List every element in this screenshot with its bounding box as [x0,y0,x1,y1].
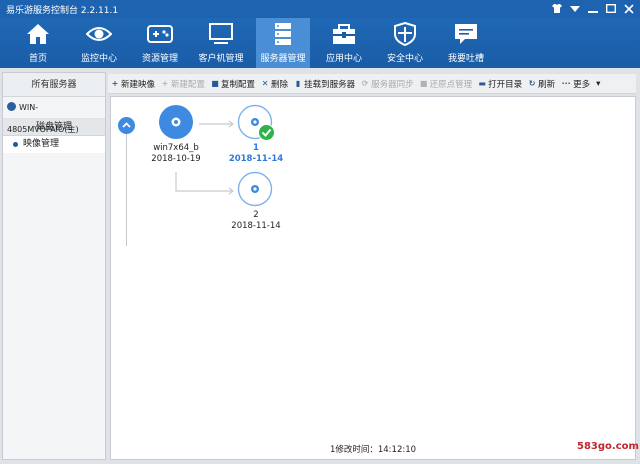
mount-icon: ▮ [295,78,301,88]
server-tree-node[interactable]: WIN-4805MVOPAIO(主) [3,97,105,134]
restore-point-button[interactable]: ■ 还原点管理 [417,74,476,94]
nav-label: 资源管理 [141,54,178,64]
nav-label: 安全中心 [386,54,423,64]
restore-point-label: 还原点管理 [429,79,473,90]
bullet-icon [13,142,18,147]
server-sync-label: 服务器同步 [371,79,414,90]
folder-icon: ▬ [478,78,486,88]
root-image-disc-icon[interactable] [158,104,194,140]
nav-security[interactable]: 安全中心 [378,18,432,68]
image-management-item[interactable]: 映像管理 [3,136,105,153]
open-directory-label: 打开目录 [488,79,523,90]
image-toolbar: + 新建映像 + 新建配置 ■ 复制配置 ✕ 删除 ▮ 挂载到服务器 ⟳ 服务器同步 ■ 还原… [108,74,636,94]
child1-image-name: 1 [253,143,259,153]
child1-image-date: 2018-11-14 [228,154,284,164]
nav-apps[interactable]: 应用中心 [317,18,371,68]
skin-icon[interactable] [550,2,564,15]
root-image-name: win7x64_b [153,143,199,153]
mount-to-server-button[interactable]: ▮ 挂载到服务器 [291,74,358,94]
nav-feedback[interactable]: 我要吐槽 [439,18,493,68]
nav-server-management[interactable]: 服务器管理 [256,18,310,68]
server-name: WIN-4805MVOPAIO(主) [7,103,79,134]
all-servers-header[interactable]: 所有服务器 [3,73,105,97]
more-icon: ··· [561,78,571,88]
nav-resources[interactable]: 资源管理 [133,18,187,68]
gamepad-icon [147,25,173,43]
new-config-button[interactable]: + 新建配置 [158,74,208,94]
sync-icon: ⟳ [361,78,369,88]
nav-label: 客户机管理 [198,54,244,64]
tree-line [126,134,127,246]
copy-config-button[interactable]: ■ 复制配置 [208,74,258,94]
plus-icon: + [111,78,119,88]
new-config-label: 新建配置 [171,79,206,90]
child2-disc-icon[interactable] [237,171,275,209]
restore-icon: ■ [419,78,428,88]
shield-icon [394,22,416,46]
refresh-button[interactable]: ↻ 刷新 [525,74,558,94]
server-sidebar: 所有服务器 WIN-4805MVOPAIO(主) 磁盘管理 映像管理 [2,72,106,460]
delete-icon: ✕ [261,78,269,88]
monitor-icon [209,23,233,44]
server-icon [275,23,291,45]
nav-label: 我要吐槽 [447,54,484,64]
nav-label: 监控中心 [80,54,117,64]
toolbox-icon [333,24,355,44]
image-management-label: 映像管理 [23,139,60,149]
watermark-text: 583go.com [577,441,639,452]
more-button[interactable]: ··· 更多 ▾ [558,74,603,94]
new-image-button[interactable]: + 新建映像 [108,74,158,94]
delete-button[interactable]: ✕ 删除 [258,74,291,94]
nav-home[interactable]: 首页 [11,18,65,68]
chevron-up-icon [122,122,131,128]
expand-icon[interactable] [7,102,16,111]
child2-image-date: 2018-11-14 [231,221,281,231]
nav-monitor[interactable]: 监控中心 [72,18,126,68]
check-icon [258,124,275,141]
window-controls [550,2,636,15]
plus-icon: + [161,78,169,88]
main-nav: 首页 监控中心 资源管理 客户机管理 服务器管理 应用中心 安全中心 我要吐槽 [0,18,640,68]
modified-time-status: 1修改时间：14:12:10 [329,445,417,455]
title-bar: 易乐游服务控制台 2.2.11.1 [0,0,640,18]
nav-label: 应用中心 [325,54,362,64]
chat-icon [455,24,477,44]
mount-to-server-label: 挂载到服务器 [304,79,356,90]
child2-image-name: 2 [253,210,259,220]
window-title: 易乐游服务控制台 2.2.11.1 [6,6,119,16]
copy-config-label: 复制配置 [221,79,256,90]
more-label: 更多 [573,79,591,90]
dropdown-arrow-icon: ▾ [596,78,601,89]
home-icon [27,24,49,44]
open-directory-button[interactable]: ▬ 打开目录 [475,74,525,94]
nav-label: 服务器管理 [260,54,306,64]
maximize-icon[interactable] [604,2,618,15]
copy-icon: ■ [211,78,219,88]
eye-icon [86,27,112,41]
refresh-label: 刷新 [538,79,556,90]
new-image-label: 新建映像 [121,79,156,90]
collapse-button[interactable] [118,117,135,134]
nav-clients[interactable]: 客户机管理 [194,18,248,68]
menu-dropdown-icon[interactable] [568,2,582,15]
refresh-icon: ↻ [528,78,536,88]
close-icon[interactable] [622,2,636,15]
root-image-date: 2018-10-19 [151,154,201,164]
server-sync-button[interactable]: ⟳ 服务器同步 [358,74,417,94]
delete-label: 删除 [271,79,289,90]
nav-label: 首页 [28,54,47,64]
minimize-icon[interactable] [586,2,600,15]
